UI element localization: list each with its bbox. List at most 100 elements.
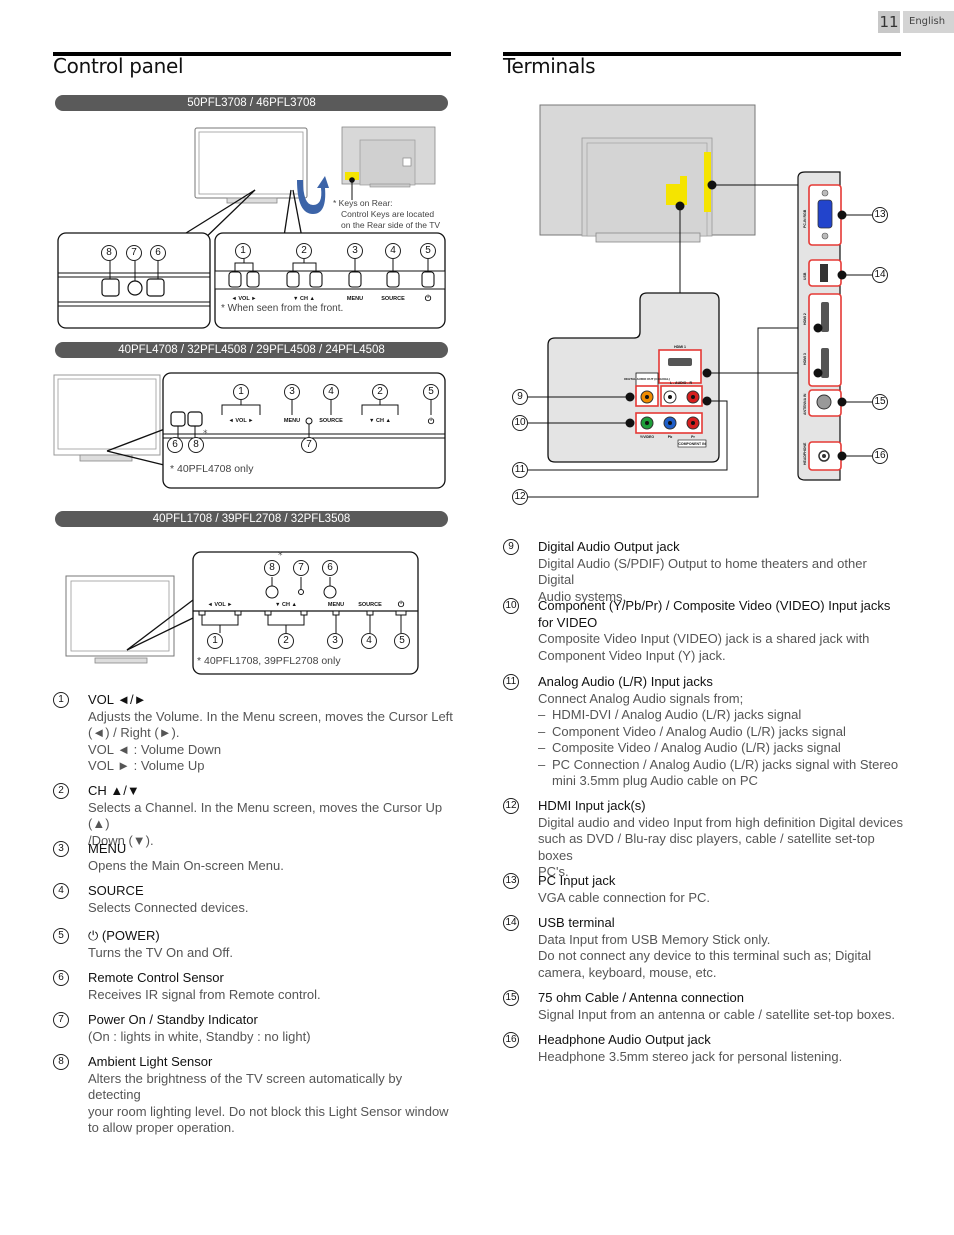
svg-text:COMPONENT IN: COMPONENT IN <box>678 442 706 446</box>
item-bullet: HDMI-DVI / Analog Audio (L/R) jacks sign… <box>538 707 903 724</box>
callout-2: 2 <box>278 633 294 649</box>
description-item: 12 HDMI Input jack(s) Digital audio and vi… <box>503 798 903 881</box>
item-title: USB terminal <box>538 915 615 930</box>
item-bullet: Component Video / Analog Audio (L/R) jac… <box>538 724 903 741</box>
svg-text:PC-IN RGB: PC-IN RGB <box>803 209 807 228</box>
description-item: 9 Digital Audio Output jack Digital Audio … <box>503 539 903 605</box>
callout-12: 12 <box>512 489 528 505</box>
item-text: Turns the TV On and Off. <box>88 944 233 960</box>
item-title: Power On / Standby Indicator <box>88 1012 258 1027</box>
callout-14: 14 <box>872 267 888 283</box>
control-panel-title: Control panel <box>53 54 184 78</box>
page-language: English <box>903 11 954 33</box>
item-text: (◄) / Right (►). <box>88 725 180 740</box>
item-text: Component Video Input (Y) jack. <box>538 647 726 663</box>
terminals-diagram: HDMI 1 DIGITAL AUDIO OUT (COAXIAL) L - A… <box>528 104 872 498</box>
item-text: Adjusts the Volume. In the Menu screen, … <box>88 708 453 724</box>
item-text: VOL ► : Volume Up <box>88 758 205 773</box>
front-view-note: * When seen from the front. <box>221 303 344 314</box>
model-bar-2: 40PFL4708 / 32PFL4508 / 29PFL4508 / 24PF… <box>55 342 448 358</box>
remote-sensor <box>146 278 165 297</box>
svg-text:SOURCE: SOURCE <box>319 418 343 424</box>
source-label: SOURCE <box>381 296 405 302</box>
tv-rear-illustration <box>539 104 798 293</box>
item-title: Remote Control Sensor <box>88 970 224 985</box>
callout-3: 3 <box>327 633 343 649</box>
callout-3: 3 <box>347 243 363 259</box>
callout-6: 6 <box>150 245 166 261</box>
svg-text:Pr: Pr <box>691 435 695 439</box>
callout-4: 4 <box>361 633 377 649</box>
callout-7: 7 <box>293 560 309 576</box>
callout-10: 10 <box>512 415 528 431</box>
description-item: 7 Power On / Standby Indicator (On : light… <box>53 1012 453 1045</box>
item-title: Component (Y/Pb/Pr) / Composite Video (V… <box>538 598 891 613</box>
item-number: 11 <box>503 674 519 690</box>
item-text: VOL ◄ : Volume Down <box>88 741 222 757</box>
description-item: 3 MENU Opens the Main On-screen Menu. <box>53 841 453 874</box>
callout-13: 13 <box>872 207 888 223</box>
description-item: 10 Component (Y/Pb/Pr) / Composite Video … <box>503 598 903 664</box>
menu-label: MENU <box>347 296 363 302</box>
item-bullet: PC Connection / Analog Audio (L/R) jacks… <box>538 757 903 790</box>
item-number: 1 <box>53 692 69 708</box>
item-text: to allow proper operation. <box>88 1120 235 1135</box>
svg-text:MENU: MENU <box>328 602 344 608</box>
item-title: Ambient Light Sensor <box>88 1054 213 1069</box>
svg-text:Y/VIDEO: Y/VIDEO <box>640 435 654 439</box>
vol-label: ◄ VOL ► <box>231 296 256 302</box>
item-number: 2 <box>53 783 69 799</box>
power-label: ⏻ <box>425 294 432 303</box>
svg-text:DIGITAL AUDIO OUT (COAXIAL): DIGITAL AUDIO OUT (COAXIAL) <box>624 377 670 381</box>
item-title: Digital Audio Output jack <box>538 539 680 554</box>
callout-9: 9 <box>512 389 528 405</box>
tv-front-illustration <box>65 575 194 664</box>
item-text: Receives IR signal from Remote control. <box>88 986 321 1002</box>
svg-text:HEADPHONE: HEADPHONE <box>803 442 807 465</box>
item-title: MENU <box>88 841 127 856</box>
item-number: 10 <box>503 598 519 614</box>
description-item: 13 PC Input jack VGA cable connection for … <box>503 873 903 906</box>
power-indicator <box>127 280 143 296</box>
item-title: ⏻ (POWER) <box>88 928 160 943</box>
svg-text:HDMI 1: HDMI 1 <box>674 345 686 349</box>
svg-text:HDMI 3: HDMI 3 <box>803 353 807 365</box>
svg-text:▼ CH ▲: ▼ CH ▲ <box>275 602 297 608</box>
item-text: Signal Input from an antenna or cable / … <box>538 1006 895 1022</box>
item-text: your room lighting level. Do not block t… <box>88 1103 449 1119</box>
item-number: 4 <box>53 883 69 899</box>
item-text: Digital Audio (S/PDIF) Output to home th… <box>538 555 867 588</box>
item-text: VGA cable connection for PC. <box>538 889 710 905</box>
svg-text:MENU: MENU <box>284 418 300 424</box>
item-text: Digital audio and video Input from high … <box>538 814 903 830</box>
callout-2: 2 <box>296 243 312 259</box>
callout-1: 1 <box>235 243 251 259</box>
tv-front-illustration <box>169 127 308 244</box>
description-item: 6 Remote Control Sensor Receives IR signal… <box>53 970 453 1003</box>
callout-8: 8 <box>101 245 117 261</box>
item-text: Opens the Main On-screen Menu. <box>88 857 284 873</box>
callout-1: 1 <box>233 384 249 400</box>
ch-label: ▼ CH ▲ <box>293 296 315 302</box>
svg-text:SOURCE: SOURCE <box>358 602 382 608</box>
rear-keys-note: * Keys on Rear: Control Keys are located… <box>333 198 441 230</box>
model-note-3: * 40PFL1708, 39PFL2708 only <box>197 655 341 667</box>
svg-text:▼ CH ▲: ▼ CH ▲ <box>369 418 391 424</box>
callout-5: 5 <box>423 384 439 400</box>
item-text: Data Input from USB Memory Stick only. <box>538 931 771 947</box>
item-number: 3 <box>53 841 69 857</box>
asterisk: * <box>278 551 283 561</box>
item-number: 14 <box>503 915 519 931</box>
callout-16: 16 <box>872 448 888 464</box>
callout-11: 11 <box>512 462 528 478</box>
item-text: (On : lights in white, Standby : no ligh… <box>88 1028 311 1044</box>
item-number: 12 <box>503 798 519 814</box>
svg-text:⏻: ⏻ <box>428 417 435 426</box>
asterisk: * <box>203 429 208 439</box>
item-title-cont: for VIDEO <box>538 614 598 630</box>
description-item: 5 ⏻ (POWER) Turns the TV On and Off. <box>53 928 453 961</box>
callout-7: 7 <box>301 437 317 453</box>
svg-text:ANTENNA IN: ANTENNA IN <box>803 393 807 415</box>
description-item: 1 VOL ◄/► Adjusts the Volume. In the Menu … <box>53 692 453 775</box>
callout-4: 4 <box>385 243 401 259</box>
